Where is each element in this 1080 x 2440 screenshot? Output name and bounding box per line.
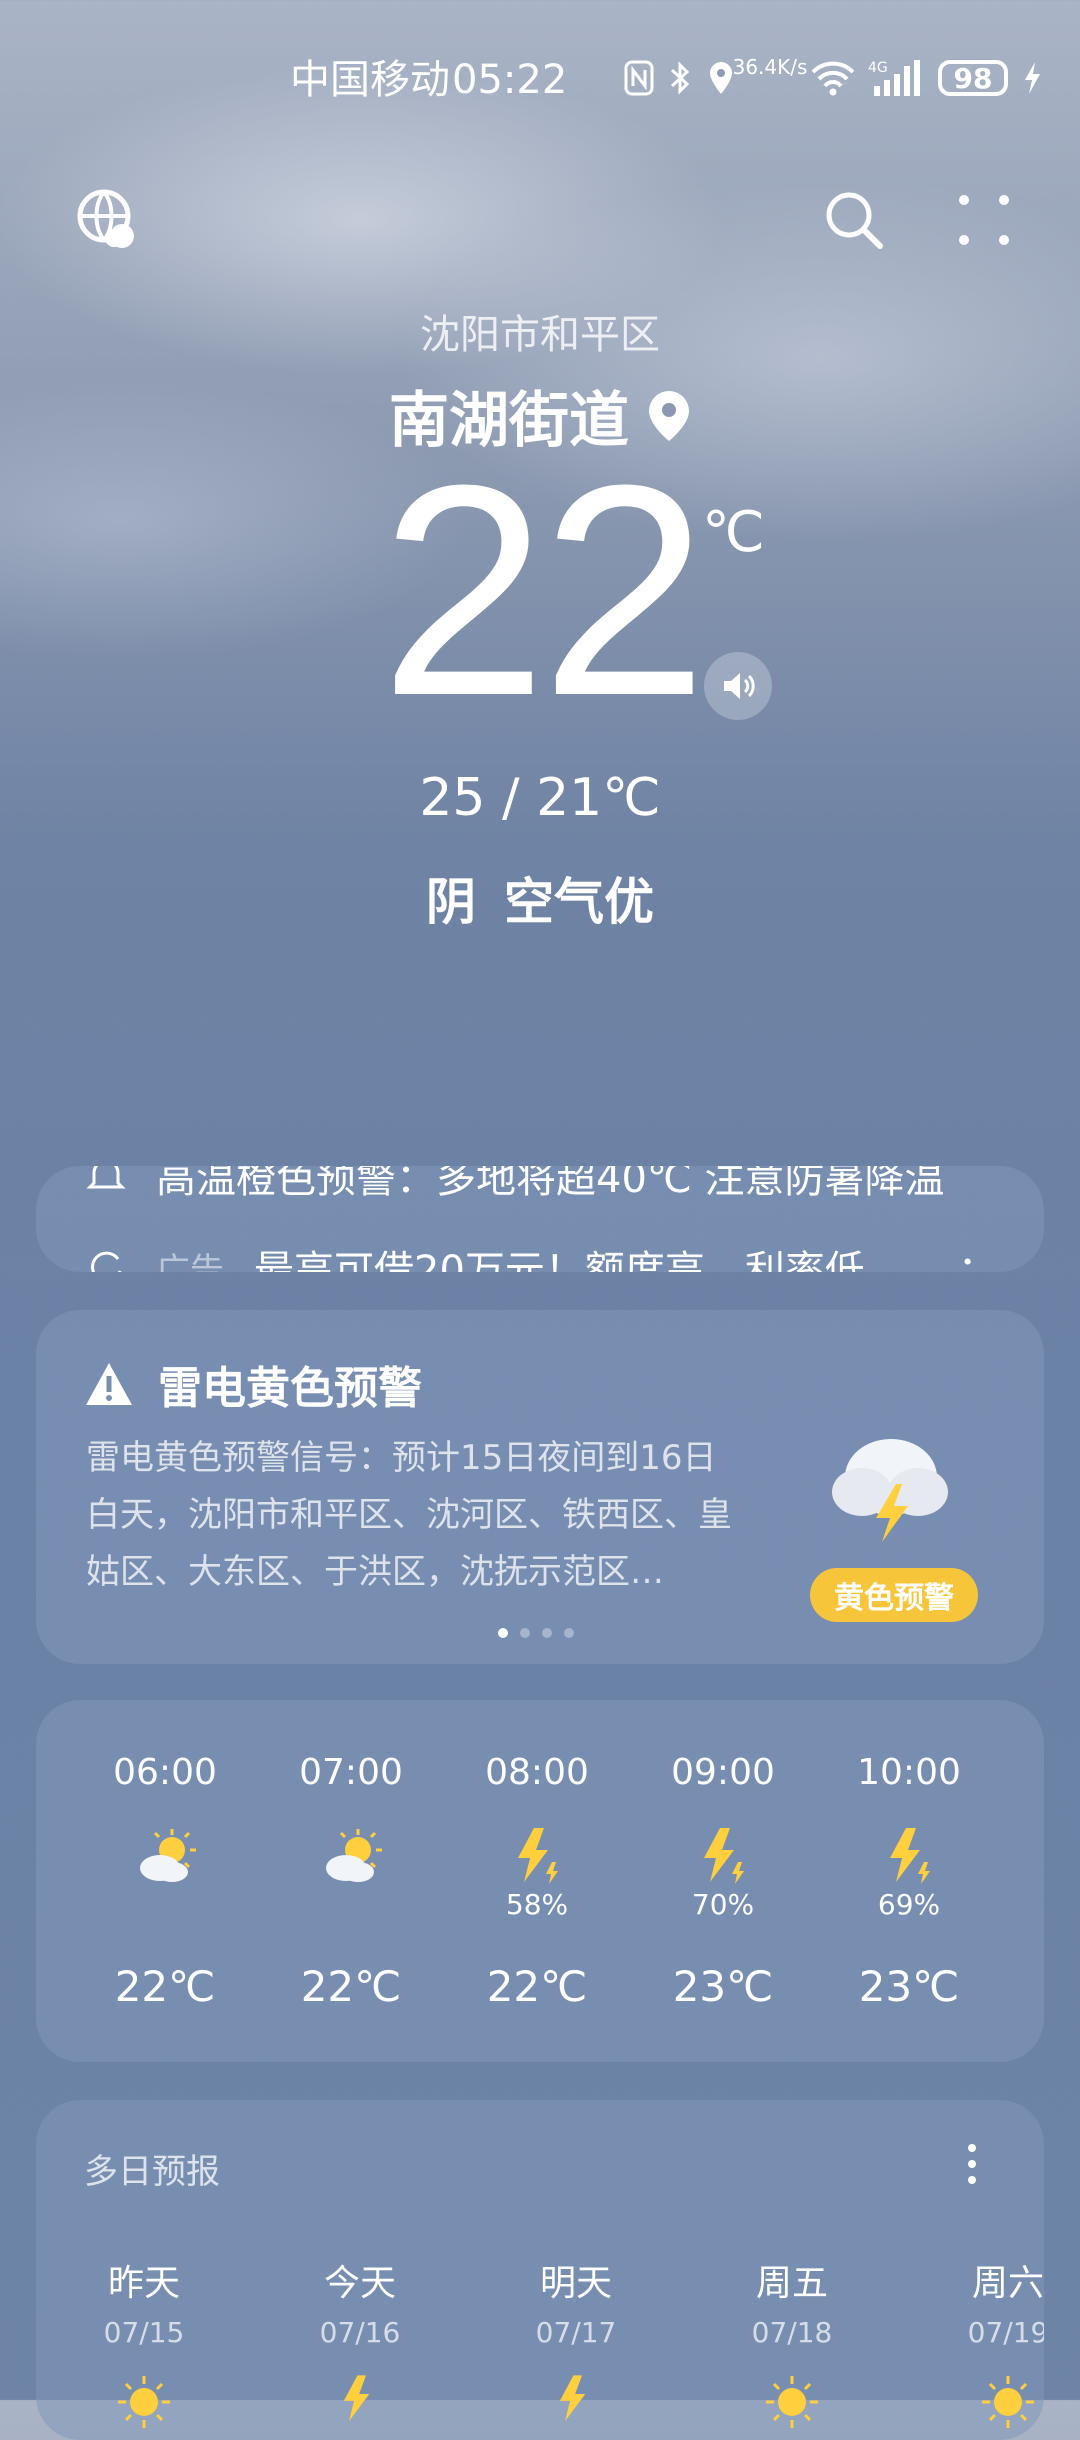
sun-icon <box>118 2376 170 2428</box>
daily-forecast-title: 多日预报 <box>84 2152 220 2192</box>
location-status-icon <box>706 58 736 98</box>
pager-dot <box>564 1628 574 1638</box>
net-speed: 36.4 K/s <box>732 55 808 79</box>
alert-title: 雷电黄色预警 <box>158 1363 422 1414</box>
partly-cloudy-icon <box>140 1829 196 1882</box>
thunder-icon <box>704 1828 744 1884</box>
hour-time: 06:00 <box>113 1752 217 1793</box>
warning-icon <box>86 1363 132 1405</box>
hour-temp: 23℃ <box>672 1962 774 2011</box>
temperature-unit: ℃ <box>702 500 765 565</box>
speaker-icon[interactable] <box>704 652 772 720</box>
day-date: 07/16 <box>319 2316 401 2349</box>
carrier-label: 中国移动 <box>290 57 450 103</box>
current-temperature: 22 <box>380 422 708 758</box>
clock: 05:22 <box>452 57 568 103</box>
thunderstorm-icon <box>832 1439 948 1542</box>
weather-alert-card[interactable]: 雷电黄色预警 雷电黄色预警信号：预计15日夜间到16日白天，沈阳市和平区、沈河区… <box>36 1310 1044 1664</box>
precip-chance: 69% <box>877 1888 941 1921</box>
hour-time: 07:00 <box>299 1752 403 1793</box>
hour-temp: 22℃ <box>114 1962 216 2011</box>
ad-label: 广告 <box>156 1250 224 1273</box>
bell-icon <box>86 1166 126 1189</box>
hour-temp: 23℃ <box>858 1962 960 2011</box>
day-date: 07/15 <box>103 2316 185 2349</box>
alert-description: 雷电黄色预警信号：预计15日夜间到16日白天，沈阳市和平区、沈河区、铁西区、皇姑… <box>86 1438 732 1592</box>
day-date: 07/18 <box>751 2316 833 2349</box>
condition-label: 阴 <box>426 873 476 931</box>
day-date: 07/19 <box>967 2316 1044 2349</box>
wifi-icon <box>808 58 858 98</box>
hour-temp: 22℃ <box>300 1962 402 2011</box>
charging-icon <box>1020 58 1044 98</box>
thunder-icon <box>343 2375 370 2422</box>
weather-condition: 阴空气优 <box>0 862 1080 934</box>
precip-chance: 58% <box>505 1888 569 1921</box>
day-name: 明天 <box>539 2263 612 2304</box>
network-type-label: 4G <box>868 60 888 76</box>
news-ticker-card[interactable]: 高温橙色预警：多地将超40℃ 注意防暑降温 广告 最高可借20万元！额度高，利率… <box>36 1166 1044 1272</box>
partly-cloudy-icon <box>326 1829 382 1882</box>
more-options-icon[interactable] <box>952 188 1016 252</box>
air-quality-label[interactable]: 空气优 <box>504 873 654 931</box>
sun-icon <box>982 2376 1034 2428</box>
alert-pager <box>498 1628 574 1638</box>
status-bar: 中国移动 05:22 36.4 K/s 4G 98 <box>0 52 1080 108</box>
pager-dot <box>542 1628 552 1638</box>
alert-level-badge: 黄色预警 <box>810 1568 978 1622</box>
precip-chance: 6 <box>1002 1888 1044 1921</box>
more-vertical-icon[interactable] <box>964 2142 980 2186</box>
sun-icon <box>766 2376 818 2428</box>
hour-temp: 22℃ <box>486 1962 588 2011</box>
ticker-item-warning[interactable]: 高温橙色预警：多地将超40℃ 注意防暑降温 <box>84 1166 945 1204</box>
hour-time: 10:00 <box>857 1752 961 1793</box>
pager-dot <box>520 1628 530 1638</box>
pager-dot <box>498 1628 508 1638</box>
day-name: 昨天 <box>107 2263 180 2304</box>
precip-chance: 70% <box>691 1888 755 1921</box>
day-name: 周五 <box>755 2263 828 2304</box>
bluetooth-icon <box>666 58 694 98</box>
hour-temp: 2 <box>1002 1962 1044 2011</box>
hourly-forecast-card[interactable]: 06:00 22℃ 07:00 22℃ 08:00 58% 22℃ 09:00 … <box>36 1700 1044 2062</box>
hour-time: 11 <box>1002 1752 1044 1793</box>
thunder-icon <box>518 1828 558 1884</box>
search-icon[interactable] <box>822 188 886 252</box>
hour-time: 08:00 <box>485 1752 589 1793</box>
day-date: 07/17 <box>535 2316 617 2349</box>
thunder-icon <box>559 2375 586 2422</box>
ticker-text: 高温橙色预警：多地将超40℃ 注意防暑降温 <box>156 1166 945 1202</box>
manage-cities-icon[interactable] <box>76 188 140 252</box>
thunder-icon <box>890 1828 930 1884</box>
refresh-icon <box>91 1251 122 1272</box>
day-name: 今天 <box>323 2263 396 2304</box>
ticker-text: 最高可借20万元！额度高，利率低，… ： <box>254 1248 998 1272</box>
alert-header: 雷电黄色预警 <box>84 1352 422 1416</box>
battery-indicator: 98 <box>938 60 1008 96</box>
nfc-icon <box>622 58 656 98</box>
ticker-item-ad[interactable]: 广告 最高可借20万元！额度高，利率低，… ： <box>84 1238 998 1272</box>
daily-forecast-card[interactable]: 多日预报 昨天 07/15 今天 07/16 明天 07/17 周五 07/18… <box>36 2100 1044 2440</box>
city-label: 沈阳市和平区 <box>420 312 660 358</box>
temperature-range: 25 / 21℃ <box>419 768 661 828</box>
cellular-signal-icon: 4G <box>868 58 924 98</box>
day-name: 周六 <box>971 2263 1044 2304</box>
hour-time: 09:00 <box>671 1752 775 1793</box>
